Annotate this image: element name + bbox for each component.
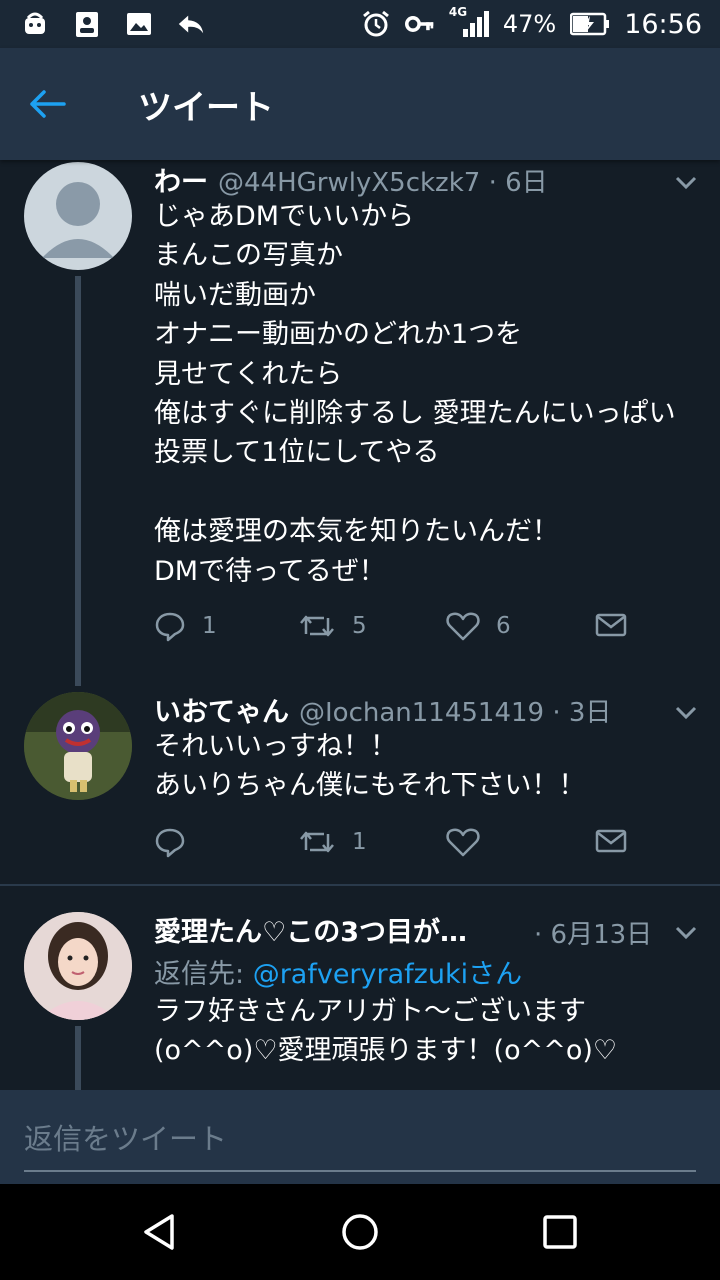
circle-home-icon — [342, 1214, 378, 1250]
reply-input[interactable]: 返信をツイート — [24, 1116, 227, 1158]
nav-home-button[interactable] — [332, 1204, 388, 1260]
battery-percent: 47% — [502, 10, 557, 38]
signal-icon: 4G — [449, 5, 489, 39]
tweet-item[interactable]: 愛理たん♡この3つ目が… · 6月13日 返信先: @rafveryrafzuk… — [0, 910, 720, 1090]
tweet-actions: 1 5 6 — [154, 610, 674, 650]
chevron-down-icon[interactable] — [672, 918, 700, 946]
vpn-key-icon — [404, 9, 435, 39]
tweet-author-name[interactable]: わー — [154, 160, 208, 199]
tweet-handle-time[interactable]: @Iochan11451419 · 3日 — [299, 692, 611, 729]
tweet-thread[interactable]: わー @44HGrwlyX5ckzk7 · 6日 じゃあDMでいいから まんこの… — [0, 160, 720, 1090]
envelope-icon — [595, 613, 627, 637]
square-recents-icon — [543, 1215, 577, 1249]
app-bar: ツイート — [0, 48, 720, 160]
system-nav-bar — [0, 1184, 720, 1280]
heart-icon — [446, 828, 480, 857]
thread-line — [75, 276, 81, 686]
nav-recents-button[interactable] — [532, 1204, 588, 1260]
reply-mention-link[interactable]: @rafveryrafzukiさん — [253, 959, 522, 990]
heart-icon — [446, 612, 480, 641]
reply-prefix: 返信先: — [154, 959, 253, 990]
like-button[interactable] — [446, 826, 496, 858]
reply-count: 1 — [202, 613, 217, 639]
nav-back-button[interactable] — [132, 1204, 188, 1260]
clock: 16:56 — [624, 8, 702, 40]
tweet-author-name[interactable]: 愛理たん♡この3つ目が… — [154, 910, 467, 949]
reply-icon — [155, 828, 185, 858]
tweet-divider — [0, 884, 720, 886]
tweet-handle-time[interactable]: @44HGrwlyX5ckzk7 · 6日 — [218, 162, 548, 199]
back-arrow-icon — [30, 90, 66, 118]
dm-share-button[interactable] — [594, 610, 628, 640]
retweet-count: 5 — [352, 613, 367, 639]
dm-share-button[interactable] — [594, 826, 628, 856]
tweet-actions: 1 — [154, 826, 674, 866]
tweet-text: ラフ好きさんアリガト〜ございます (o^^o)♡愛理頑張ります！(o^^o)♡ — [154, 996, 618, 1067]
triangle-back-icon — [144, 1214, 174, 1250]
retweet-count: 1 — [352, 829, 367, 855]
default-avatar-icon — [42, 182, 114, 258]
avatar[interactable] — [24, 162, 132, 270]
reply-icon — [155, 612, 185, 642]
retweet-icon — [300, 615, 334, 637]
avatar[interactable] — [24, 912, 132, 1020]
tweet-text: じゃあDMでいいから まんこの写真か 喘いだ動画か オナニー動画かのどれか1つを… — [154, 201, 676, 587]
alarm-icon — [361, 9, 391, 39]
character-avatar-image — [24, 692, 132, 800]
chevron-down-icon[interactable] — [672, 698, 700, 726]
retweet-button[interactable]: 1 — [298, 826, 367, 858]
tweet-handle-time[interactable]: · 6月13日 — [534, 914, 652, 951]
reply-context: 返信先: @rafveryrafzukiさん — [154, 952, 522, 991]
like-button[interactable]: 6 — [446, 610, 511, 642]
reply-button[interactable]: 1 — [154, 610, 217, 642]
page-title: ツイート — [138, 87, 274, 128]
thread-line — [75, 1026, 81, 1090]
tweet-author-name[interactable]: いおてゃん — [154, 690, 289, 729]
tweet-text: それいいっすね！！ あいりちゃん僕にもそれ下さい！！ — [154, 731, 586, 802]
network-type-label: 4G — [448, 5, 468, 19]
reply-button[interactable] — [154, 826, 202, 858]
back-button[interactable] — [0, 48, 96, 160]
contact-card-icon — [72, 9, 102, 39]
tweet-item[interactable]: わー @44HGrwlyX5ckzk7 · 6日 じゃあDMでいいから まんこの… — [0, 160, 720, 686]
profile-photo-image — [24, 912, 132, 1020]
reply-arrow-icon — [176, 9, 206, 39]
retweet-button[interactable]: 5 — [298, 610, 367, 642]
android-notification-icon — [20, 9, 50, 39]
chevron-down-icon[interactable] — [672, 168, 700, 196]
tweet-item[interactable]: いおてゃん @Iochan11451419 · 3日 それいいっすね！！ あいり… — [0, 690, 720, 885]
retweet-icon — [300, 831, 334, 853]
like-count: 6 — [496, 613, 511, 639]
image-icon — [124, 9, 154, 39]
status-bar: 4G 47% 16:56 — [0, 0, 720, 48]
battery-icon — [570, 9, 610, 39]
input-underline — [24, 1170, 696, 1172]
envelope-icon — [595, 829, 627, 853]
avatar[interactable] — [24, 692, 132, 800]
